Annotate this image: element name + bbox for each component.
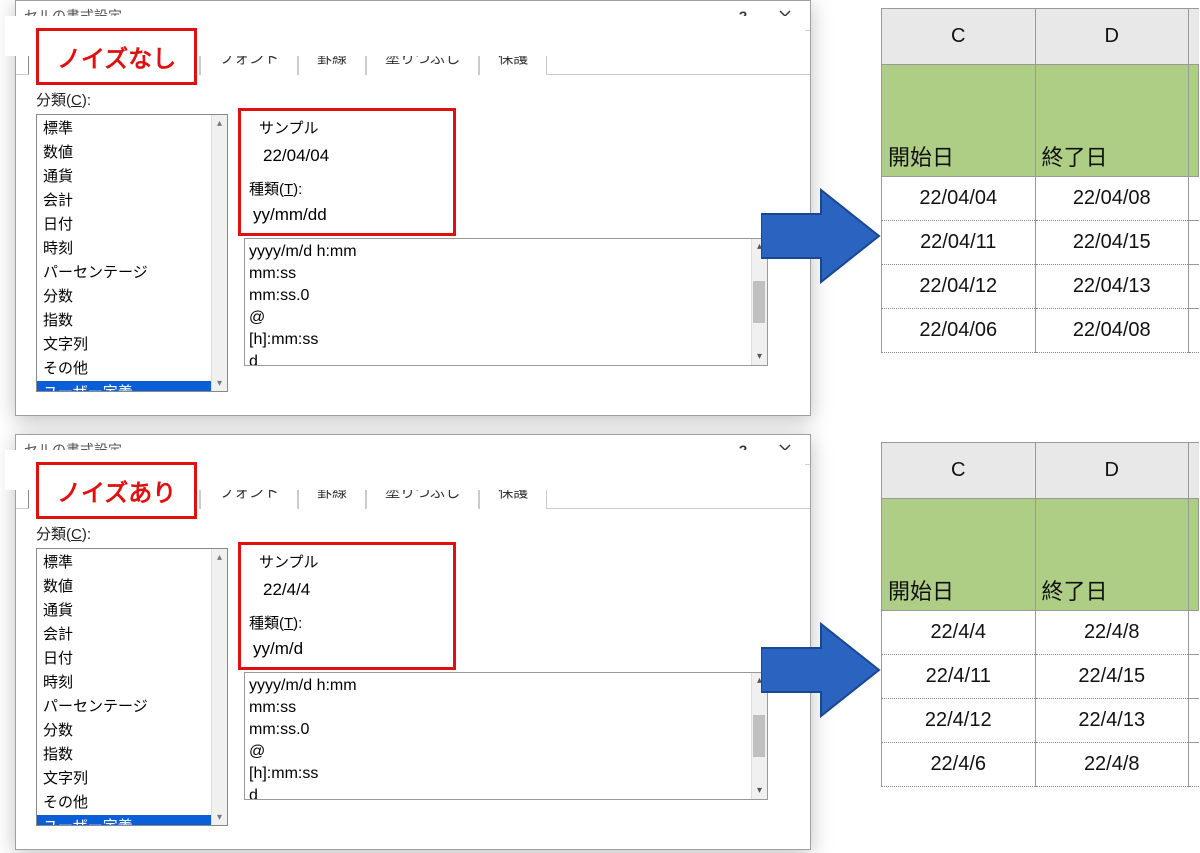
cell[interactable]: 22/04/15: [1035, 221, 1189, 265]
noise-badge: ノイズなし: [36, 28, 197, 85]
list-item[interactable]: @: [249, 741, 763, 763]
list-item[interactable]: その他: [37, 357, 227, 381]
category-listbox[interactable]: 標準 数値 通貨 会計 日付 時刻 パーセンテージ 分数 指数 文字列 その他 …: [36, 548, 228, 826]
format-options-list[interactable]: yyyy/m/d h:mm mm:ss mm:ss.0 @ [h]:mm:ss …: [244, 672, 768, 800]
list-item[interactable]: 標準: [37, 117, 227, 141]
column-header[interactable]: D: [1035, 9, 1189, 65]
sample-label: サンプル: [259, 551, 445, 572]
list-item[interactable]: [h]:mm:ss: [249, 763, 763, 785]
category-label: 分類(C):: [36, 523, 790, 544]
cell[interactable]: 22/4/11: [882, 655, 1036, 699]
edge-cell: [1189, 499, 1199, 611]
format-type-input[interactable]: [251, 203, 451, 227]
list-item[interactable]: 時刻: [37, 671, 227, 695]
list-item[interactable]: 指数: [37, 309, 227, 333]
sample-label: サンプル: [259, 117, 445, 138]
header-cell[interactable]: 開始日: [882, 65, 1036, 177]
list-item[interactable]: 分数: [37, 285, 227, 309]
scrollbar[interactable]: ▴ ▾: [211, 549, 227, 825]
list-item[interactable]: @: [249, 307, 763, 329]
format-type-input[interactable]: [251, 637, 451, 661]
cell[interactable]: 22/4/13: [1035, 699, 1189, 743]
list-item[interactable]: 文字列: [37, 767, 227, 791]
arrow-icon: [761, 186, 881, 286]
list-item[interactable]: 分数: [37, 719, 227, 743]
type-label: 種類(T):: [249, 178, 445, 199]
column-header[interactable]: D: [1035, 443, 1189, 499]
scroll-down-icon[interactable]: ▾: [212, 809, 227, 825]
format-options-list[interactable]: yyyy/m/d h:mm mm:ss mm:ss.0 @ [h]:mm:ss …: [244, 238, 768, 366]
edge-cell: [1189, 65, 1199, 177]
list-item[interactable]: 会計: [37, 189, 227, 213]
result-table: C D 開始日 終了日 22/04/0422/04/08 22/04/1122/…: [881, 8, 1199, 353]
arrow-icon: [761, 620, 881, 720]
scroll-down-icon[interactable]: ▾: [752, 783, 767, 799]
list-item[interactable]: パーセンテージ: [37, 261, 227, 285]
list-item[interactable]: mm:ss.0: [249, 719, 763, 741]
cell[interactable]: 22/04/11: [882, 221, 1036, 265]
scroll-up-icon[interactable]: ▴: [212, 549, 227, 565]
list-item[interactable]: 数値: [37, 141, 227, 165]
cell[interactable]: 22/4/8: [1035, 611, 1189, 655]
edge-cell: [1189, 443, 1199, 499]
list-item[interactable]: d: [249, 785, 763, 800]
list-item[interactable]: d: [249, 351, 763, 366]
list-item[interactable]: 通貨: [37, 599, 227, 623]
scroll-up-icon[interactable]: ▴: [212, 115, 227, 131]
list-item[interactable]: 標準: [37, 551, 227, 575]
edge-cell: [1189, 9, 1199, 65]
list-item[interactable]: 日付: [37, 213, 227, 237]
header-cell[interactable]: 開始日: [882, 499, 1036, 611]
column-header[interactable]: C: [882, 9, 1036, 65]
type-label: 種類(T):: [249, 612, 445, 633]
cell[interactable]: 22/4/15: [1035, 655, 1189, 699]
list-item[interactable]: yyyy/m/d h:mm: [249, 675, 763, 697]
list-item[interactable]: 文字列: [37, 333, 227, 357]
scroll-down-icon[interactable]: ▾: [212, 375, 227, 391]
list-item[interactable]: yyyy/m/d h:mm: [249, 241, 763, 263]
header-cell[interactable]: 終了日: [1035, 499, 1189, 611]
comparison-row-no-noise: セルの書式設定 ? 表示形式 配置 フォント 罫線 塗りつぶし 保護 分類(C)…: [1, 0, 1199, 419]
list-item[interactable]: 指数: [37, 743, 227, 767]
cell[interactable]: 22/04/08: [1035, 309, 1189, 353]
list-item[interactable]: 数値: [37, 575, 227, 599]
cell[interactable]: 22/04/04: [882, 177, 1036, 221]
cell[interactable]: 22/04/08: [1035, 177, 1189, 221]
sample-value: 22/04/04: [263, 146, 445, 166]
header-cell[interactable]: 終了日: [1035, 65, 1189, 177]
scrollbar[interactable]: ▴ ▾: [211, 115, 227, 391]
list-item[interactable]: 時刻: [37, 237, 227, 261]
list-item[interactable]: パーセンテージ: [37, 695, 227, 719]
highlight-box: サンプル 22/04/04 種類(T):: [238, 108, 456, 236]
scroll-down-icon[interactable]: ▾: [752, 349, 767, 365]
list-item[interactable]: 通貨: [37, 165, 227, 189]
cell[interactable]: 22/4/4: [882, 611, 1036, 655]
column-header[interactable]: C: [882, 443, 1036, 499]
comparison-row-noise: セルの書式設定 ? 表示形式 配置 フォント 罫線 塗りつぶし 保護 分類(C)…: [1, 434, 1199, 853]
cell[interactable]: 22/4/12: [882, 699, 1036, 743]
cell[interactable]: 22/4/6: [882, 743, 1036, 787]
list-item[interactable]: 会計: [37, 623, 227, 647]
list-item-custom[interactable]: ユーザー定義: [37, 815, 227, 826]
sample-value: 22/4/4: [263, 580, 445, 600]
list-item[interactable]: [h]:mm:ss: [249, 329, 763, 351]
category-label: 分類(C):: [36, 89, 790, 110]
list-item[interactable]: その他: [37, 791, 227, 815]
list-item[interactable]: 日付: [37, 647, 227, 671]
list-item[interactable]: mm:ss: [249, 263, 763, 285]
list-item-custom[interactable]: ユーザー定義: [37, 381, 227, 392]
noise-badge: ノイズあり: [36, 462, 197, 519]
category-listbox[interactable]: 標準 数値 通貨 会計 日付 時刻 パーセンテージ 分数 指数 文字列 その他 …: [36, 114, 228, 392]
cell[interactable]: 22/04/13: [1035, 265, 1189, 309]
cell[interactable]: 22/04/06: [882, 309, 1036, 353]
highlight-box: サンプル 22/4/4 種類(T):: [238, 542, 456, 670]
list-item[interactable]: mm:ss: [249, 697, 763, 719]
list-item[interactable]: mm:ss.0: [249, 285, 763, 307]
cell[interactable]: 22/4/8: [1035, 743, 1189, 787]
result-table: C D 開始日 終了日 22/4/422/4/8 22/4/1122/4/15 …: [881, 442, 1199, 787]
scroll-thumb[interactable]: [753, 281, 765, 323]
scroll-thumb[interactable]: [753, 715, 765, 757]
cell[interactable]: 22/04/12: [882, 265, 1036, 309]
